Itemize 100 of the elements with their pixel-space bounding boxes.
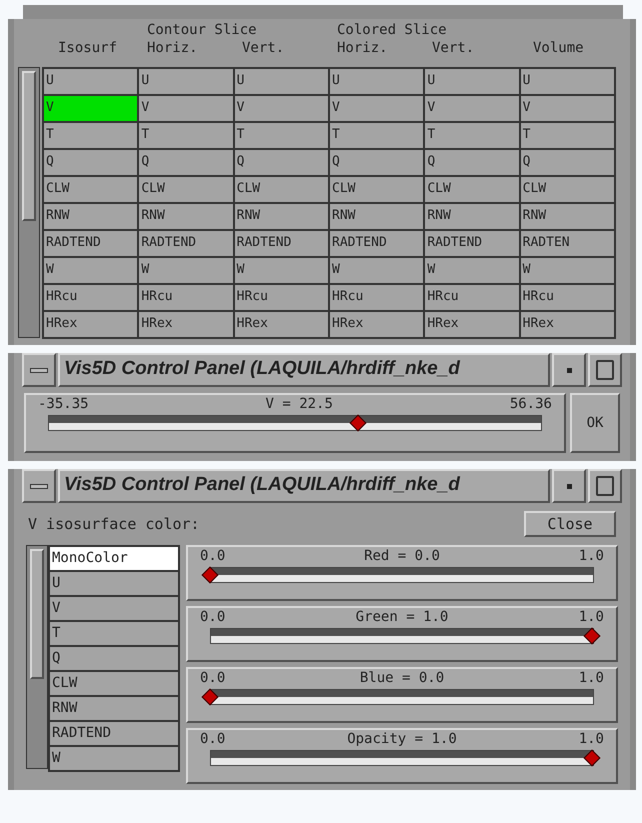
heading-label: V isosurface color: [28,514,200,535]
table-cell[interactable]: RADTEN [520,231,614,256]
column-header: Vert. [431,39,476,57]
table-cell[interactable]: W [234,258,328,283]
slider-min: 0.0 [200,547,226,565]
table-cell[interactable]: Q [139,150,233,175]
ok-button[interactable]: OK [570,393,620,453]
list-item[interactable]: V [50,597,178,620]
table-cell[interactable]: CLW [139,177,233,202]
list-item[interactable]: RADTEND [50,722,178,745]
table-cell[interactable]: HRcu [234,285,328,310]
table-cell[interactable]: HRex [520,312,614,337]
table-cell[interactable]: U [330,69,424,94]
table-cell[interactable]: Q [234,150,328,175]
scrollbar[interactable] [26,545,48,769]
maximize-button[interactable] [588,353,622,387]
window-menu-button[interactable] [22,469,56,503]
table-cell[interactable]: W [330,258,424,283]
table-cell[interactable]: U [139,69,233,94]
table-cell[interactable]: RNW [234,204,328,229]
table-cell[interactable]: RADTEND [234,231,328,256]
table-cell[interactable]: T [44,123,138,148]
scroll-thumb[interactable] [22,71,36,221]
table-cell[interactable]: RNW [425,204,519,229]
table-cell[interactable]: V [425,96,519,121]
scroll-thumb[interactable] [30,549,44,679]
table-cell[interactable]: CLW [330,177,424,202]
table-cell[interactable]: CLW [425,177,519,202]
table-cell[interactable]: V [44,96,138,121]
slider-min: 0.0 [200,669,226,687]
column-header: Isosurf [57,39,118,57]
table-cell[interactable]: T [139,123,233,148]
table-cell[interactable]: V [139,96,233,121]
list-item[interactable]: RNW [50,697,178,720]
table-cell[interactable]: HRex [330,312,424,337]
list-item[interactable]: MonoColor [50,547,178,570]
table-cell[interactable]: HRex [234,312,328,337]
table-cell[interactable]: W [44,258,138,283]
slider-label: V = 22.5 [265,395,333,413]
table-cell[interactable]: CLW [44,177,138,202]
table-cell[interactable]: HRex [425,312,519,337]
slider-label: Opacity = 1.0 [347,730,457,748]
table-cell[interactable]: HRex [139,312,233,337]
table-cell[interactable]: HRcu [44,285,138,310]
table-cell[interactable]: Q [330,150,424,175]
bar-icon [30,368,48,372]
table-cell[interactable]: RNW [330,204,424,229]
table-cell[interactable]: V [520,96,614,121]
maximize-button[interactable] [588,469,622,503]
table-cell[interactable]: U [44,69,138,94]
table-cell[interactable]: RNW [520,204,614,229]
close-button[interactable]: Close [524,511,616,537]
list-item[interactable]: Q [50,647,178,670]
table-cell[interactable]: RADTEND [139,231,233,256]
window-title: Vis5D Control Panel (LAQUILA/hrdiff_nke_d [58,469,550,503]
list-item[interactable]: CLW [50,672,178,695]
table-cell[interactable]: W [520,258,614,283]
table-cell[interactable]: HRcu [139,285,233,310]
table-cell[interactable]: HRex [44,312,138,337]
table-cell[interactable]: Q [44,150,138,175]
slider-max: 1.0 [578,608,604,626]
table-cell[interactable]: W [139,258,233,283]
minimize-button[interactable] [552,469,586,503]
table-cell[interactable]: T [520,123,614,148]
column-header: Vert. [241,39,286,57]
window-menu-button[interactable] [22,353,56,387]
slider-label: Blue = 0.0 [360,669,444,687]
column-header: Volume [532,39,585,57]
square-icon [596,360,614,380]
table-cell[interactable]: Q [425,150,519,175]
table-cell[interactable]: T [234,123,328,148]
table-cell[interactable]: CLW [520,177,614,202]
table-cell[interactable]: T [425,123,519,148]
table-cell[interactable]: HRcu [520,285,614,310]
table-cell[interactable]: CLW [234,177,328,202]
list-item[interactable]: T [50,622,178,645]
table-cell[interactable]: T [330,123,424,148]
scrollbar[interactable] [18,67,40,338]
table-cell[interactable]: Q [520,150,614,175]
table-cell[interactable]: RNW [44,204,138,229]
table-cell[interactable]: V [330,96,424,121]
table-cell[interactable]: RADTEND [44,231,138,256]
list-item[interactable]: W [50,747,178,770]
table-cell[interactable]: W [425,258,519,283]
slider-max: 1.0 [578,730,604,748]
table-cell[interactable]: V [234,96,328,121]
minimize-button[interactable] [552,353,586,387]
slider-label: Red = 0.0 [364,547,440,565]
table-cell[interactable]: U [234,69,328,94]
table-cell[interactable]: RNW [139,204,233,229]
table-cell[interactable]: U [520,69,614,94]
table-cell[interactable]: HRcu [330,285,424,310]
table-cell[interactable]: RADTEND [330,231,424,256]
table-cell[interactable]: RADTEND [425,231,519,256]
table-cell[interactable]: U [425,69,519,94]
table-cell[interactable]: HRcu [425,285,519,310]
list-item[interactable]: U [50,572,178,595]
slider-max: 56.36 [510,395,552,413]
window-title: Vis5D Control Panel (LAQUILA/hrdiff_nke_d [58,353,550,387]
slider-label: Green = 1.0 [356,608,448,626]
